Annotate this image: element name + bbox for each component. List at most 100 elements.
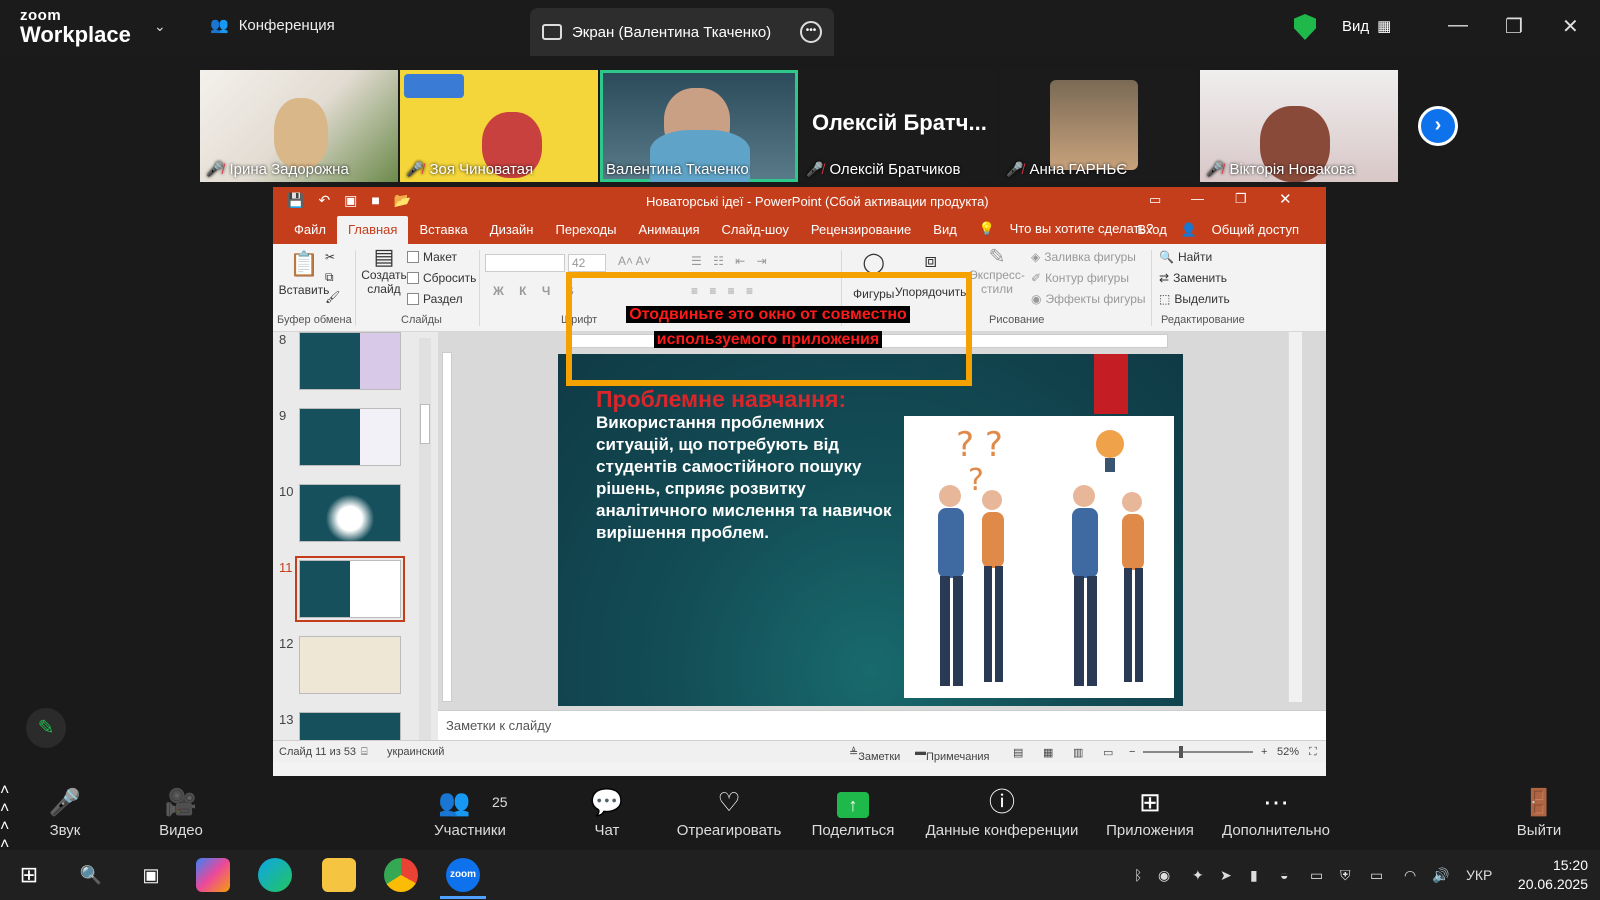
blank-icon[interactable]: ■ [371, 192, 379, 209]
copy-icon[interactable]: ⧉ [325, 270, 334, 285]
shape-fill-button[interactable]: ◈ Заливка фигуры [1031, 250, 1136, 264]
file-explorer-icon[interactable] [322, 858, 356, 892]
audio-button[interactable]: 🎤 Звук [42, 782, 88, 839]
audio-options-caret[interactable]: ˄ [0, 782, 1600, 800]
tab-animations[interactable]: Анимация [627, 222, 710, 244]
telegram-icon[interactable]: ➤ [1220, 850, 1232, 900]
tab-view[interactable]: Вид [922, 222, 968, 244]
slide-illustration[interactable]: ? ? ? [904, 416, 1174, 698]
participant-tile[interactable]: Олексій Братч... 🎤̸ Олексій Братчиков [800, 70, 998, 182]
conference-tab[interactable]: 👥 Конференция [210, 16, 335, 35]
close-icon[interactable]: ✕ [1562, 14, 1579, 39]
minimize-icon[interactable]: — [1448, 14, 1468, 37]
security-tray-icon[interactable]: ⛨ [1340, 850, 1351, 900]
chat-button[interactable]: 💬 Чат [590, 782, 624, 839]
thumbnails-scrollbar[interactable] [419, 338, 431, 742]
shape-effects-button[interactable]: ◉ Эффекты фигуры [1031, 292, 1146, 306]
tab-home[interactable]: Главная [336, 216, 409, 244]
font-size-select[interactable]: 42 [568, 254, 606, 272]
bluetooth-icon[interactable]: ᛒ [1134, 850, 1142, 900]
participant-tile[interactable]: 🎤̸ Анна ГАРНЬЄ [1000, 70, 1198, 182]
battery-icon[interactable]: ▭ [1370, 850, 1383, 900]
zoom-tray-icon[interactable]: ◉ [1158, 850, 1170, 900]
edge-icon[interactable] [258, 858, 292, 892]
spellcheck-icon[interactable]: ⌸ [361, 746, 368, 759]
ppt-minimize-icon[interactable]: — [1191, 191, 1204, 206]
shape-outline-button[interactable]: ✐ Контур фигуры [1031, 271, 1129, 285]
tab-transitions[interactable]: Переходы [544, 222, 627, 244]
tray-app-icon[interactable]: ◒ [1280, 850, 1288, 900]
quick-styles-button[interactable]: ✎ Экспресс-стили [967, 247, 1027, 296]
participant-tile[interactable]: 🎤̸ Ірина Задорожна [200, 70, 398, 182]
ppt-restore-icon[interactable]: ❐ [1235, 191, 1247, 207]
view-button[interactable]: Вид ▦ [1342, 17, 1391, 36]
volume-icon[interactable]: 🔊 [1432, 850, 1449, 900]
annotate-pen-button[interactable]: ✎ [26, 708, 66, 748]
more-options-icon[interactable]: ••• [800, 21, 822, 43]
share-button[interactable]: 👤 Общий доступ [1181, 222, 1310, 238]
participants-button[interactable]: 👥 Участники [428, 782, 512, 839]
list-buttons[interactable]: ☰ ☷ ⇤ ⇥ [691, 254, 771, 268]
leave-button[interactable]: 🚪 Выйти [1516, 782, 1562, 839]
react-button[interactable]: ♡ Отреагировать [674, 782, 784, 839]
layout-button[interactable]: Макет [407, 250, 457, 264]
slideshow-icon[interactable]: ▣ [344, 192, 357, 209]
next-participants-button[interactable]: › [1418, 106, 1458, 146]
open-icon[interactable]: 📂 [394, 192, 411, 209]
tab-slideshow[interactable]: Слайд-шоу [711, 222, 800, 244]
undo-icon[interactable]: ↶ [318, 192, 330, 209]
comments-toggle[interactable]: ▬ Примечания [915, 746, 990, 763]
replace-button[interactable]: ⇄ Заменить [1159, 271, 1227, 285]
language-indicator[interactable]: украинский [387, 746, 444, 758]
tab-file[interactable]: Файл [283, 222, 337, 244]
fit-slide-icon[interactable]: ⛶ [1309, 746, 1317, 759]
normal-view-icon[interactable]: ▤ [1013, 746, 1023, 759]
find-button[interactable]: 🔍 Найти [1159, 250, 1212, 264]
reading-view-icon[interactable]: ▥ [1073, 746, 1083, 759]
participant-tile[interactable]: 🎤̸ Вікторія Новакова [1200, 70, 1398, 182]
tab-insert[interactable]: Вставка [408, 222, 478, 244]
zoom-out-icon[interactable]: − [1129, 746, 1135, 758]
save-icon[interactable]: 💾 [287, 192, 304, 209]
slide-thumbnail-selected[interactable] [295, 556, 405, 622]
usb-icon[interactable]: ▮ [1250, 850, 1258, 900]
slideshow-view-icon[interactable]: ▭ [1103, 746, 1113, 759]
format-painter-icon[interactable]: 🖌 [325, 290, 340, 304]
input-language[interactable]: УКР [1466, 850, 1492, 900]
video-button[interactable]: 🎥 Видео [154, 782, 208, 839]
video-options-caret[interactable]: ˄ [0, 800, 1600, 818]
display-icon[interactable]: ▭ [1310, 850, 1323, 900]
tab-design[interactable]: Дизайн [479, 222, 545, 244]
search-icon[interactable]: 🔍 [74, 858, 108, 892]
paste-button[interactable]: 📋 Вставить [279, 250, 330, 297]
chrome-icon[interactable] [384, 858, 418, 892]
share-screen-button[interactable]: ↑ Поделиться [810, 782, 896, 839]
slide-body-text[interactable]: Використання проблемних ситуацій, що пот… [596, 412, 906, 544]
ribbon-display-icon[interactable]: ▭ [1149, 192, 1161, 208]
security-shield-icon[interactable] [1294, 14, 1316, 40]
slide-thumbnail[interactable] [299, 636, 401, 694]
copilot-icon[interactable] [196, 858, 230, 892]
ppt-close-icon[interactable]: ✕ [1279, 190, 1292, 208]
zoom-slider[interactable] [1143, 751, 1253, 753]
editor-scrollbar[interactable] [1288, 332, 1302, 702]
slide-thumbnail[interactable] [299, 332, 401, 390]
sorter-view-icon[interactable]: ▦ [1043, 746, 1053, 759]
windows-start-icon[interactable]: ⊞ [12, 858, 46, 892]
app-tray-icon[interactable]: ✦ [1192, 850, 1204, 900]
chevron-down-icon[interactable]: ⌄ [154, 18, 166, 35]
system-clock[interactable]: 15:20 20.06.2025 [1508, 856, 1588, 894]
slide-thumbnail[interactable] [299, 408, 401, 466]
select-button[interactable]: ⬚ Выделить [1159, 292, 1230, 306]
wifi-icon[interactable]: ◠ [1404, 850, 1416, 900]
current-slide[interactable]: Проблемне навчання: Використання проблем… [558, 354, 1183, 706]
participant-tile-active[interactable]: Валентина Ткаченко [600, 70, 798, 182]
notes-toggle[interactable]: ≜ Заметки [849, 746, 900, 763]
tab-review[interactable]: Рецензирование [800, 222, 922, 244]
meeting-info-button[interactable]: ⓘ Данные конференции [922, 782, 1082, 839]
cut-icon[interactable]: ✂ [325, 250, 335, 264]
screen-share-tab[interactable]: Экран (Валентина Ткаченко) ••• [530, 8, 834, 56]
zoom-app-icon[interactable]: zoom [446, 858, 480, 892]
font-family-select[interactable] [485, 254, 565, 272]
participants-options-caret[interactable]: ˄ [0, 818, 1600, 836]
